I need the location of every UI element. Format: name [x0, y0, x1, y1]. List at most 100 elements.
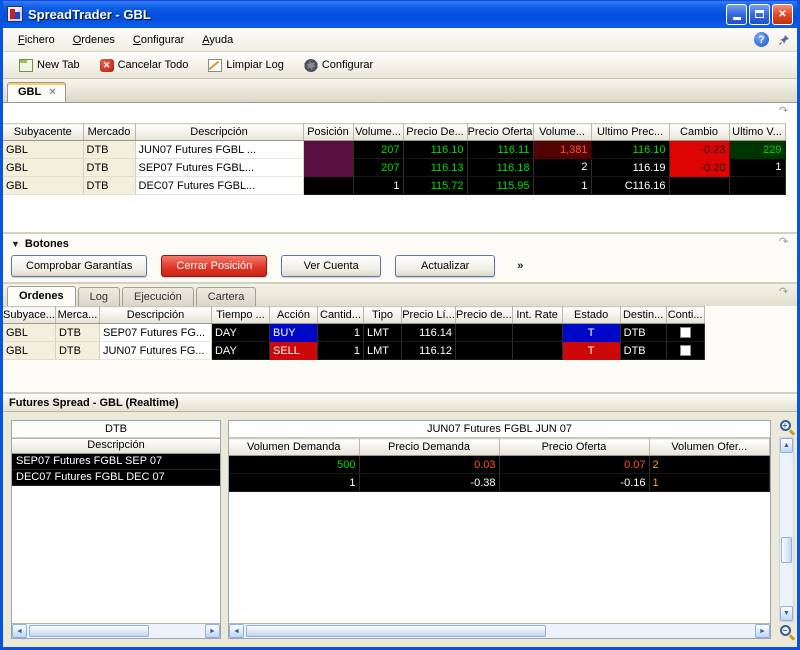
scrollbar-thumb[interactable]: [246, 625, 546, 637]
position-row[interactable]: GBL DTB DEC07 Futures FGBL... 1 115.72 1…: [3, 177, 785, 195]
cerrar-posicion-button[interactable]: Cerrar Posición: [161, 255, 267, 277]
col-tipo[interactable]: Tipo: [363, 307, 401, 324]
col-precio-demanda[interactable]: Precio De...: [403, 124, 467, 141]
new-tab-button[interactable]: New Tab: [11, 55, 88, 76]
scroll-left-icon[interactable]: ◄: [12, 624, 27, 638]
maximize-icon: [755, 10, 764, 18]
spread-quote-row[interactable]: 1 -0.38 -0.16 1: [229, 474, 770, 492]
scroll-left-icon[interactable]: ◄: [229, 624, 244, 638]
left-horizontal-scrollbar[interactable]: ◄ ►: [12, 623, 220, 638]
col-tiempo[interactable]: Tiempo ...: [211, 307, 269, 324]
panel-detach-icon[interactable]: ↷: [779, 287, 792, 298]
spread-leg-row[interactable]: SEP07 Futures FGBL SEP 07: [12, 454, 220, 470]
col-posicion[interactable]: Posición: [303, 124, 353, 141]
col-precio-oferta[interactable]: Precio Oferta: [499, 439, 649, 456]
order-row[interactable]: GBL DTB JUN07 Futures FG... DAY SELL 1 L…: [3, 342, 704, 360]
scrollbar-thumb[interactable]: [781, 537, 792, 563]
scroll-right-icon[interactable]: ►: [205, 624, 220, 638]
col-descripcion[interactable]: Descripción: [135, 124, 303, 141]
col-precio-demanda[interactable]: Precio Demanda: [359, 439, 499, 456]
more-buttons-button[interactable]: »: [509, 260, 531, 272]
spread-zoom-rail: + ▲ ▼ −: [778, 420, 795, 639]
spread-quote-table[interactable]: Volumen Demanda Precio Demanda Precio Of…: [229, 438, 770, 492]
app-icon: [7, 6, 23, 22]
right-horizontal-scrollbar[interactable]: ◄ ►: [229, 623, 770, 638]
botones-collapse-toggle[interactable]: ▼ Botones: [11, 236, 789, 252]
menu-ayuda[interactable]: Ayuda: [193, 31, 242, 49]
actualizar-button[interactable]: Actualizar: [395, 255, 495, 277]
descripcion-header[interactable]: Descripción: [12, 438, 220, 454]
zoom-in-icon[interactable]: +: [780, 420, 794, 434]
col-precio-de[interactable]: Precio de...: [455, 307, 512, 324]
configure-button[interactable]: Configurar: [296, 55, 381, 76]
tab-ordenes[interactable]: Ordenes: [7, 286, 76, 306]
col-volumen-demanda[interactable]: Volumen Demanda: [229, 439, 359, 456]
tab-close-icon[interactable]: ✕: [48, 87, 56, 98]
menu-ordenes[interactable]: Ordenes: [64, 31, 124, 49]
col-continuo[interactable]: Conti...: [666, 307, 704, 324]
col-descripcion[interactable]: Descripción: [99, 307, 211, 324]
position-row[interactable]: GBL DTB SEP07 Futures FGBL... 207 116.13…: [3, 159, 785, 177]
continuous-checkbox[interactable]: [680, 345, 691, 356]
menu-fichero[interactable]: Fichero: [9, 31, 64, 49]
col-volumen-demanda[interactable]: Volume...: [353, 124, 403, 141]
tab-ejecucion[interactable]: Ejecución: [122, 287, 194, 306]
col-ultimo-volumen[interactable]: Ultimo V...: [729, 124, 785, 141]
col-subyacente[interactable]: Subyace...: [3, 307, 55, 324]
maximize-button[interactable]: [749, 4, 770, 25]
positions-panel: ↷ Subyacente Mercado Descripción Posició…: [3, 103, 797, 234]
minimize-button[interactable]: [726, 4, 747, 25]
tab-gbl[interactable]: GBL ✕: [7, 82, 66, 102]
ver-cuenta-button[interactable]: Ver Cuenta: [281, 255, 381, 277]
scroll-down-icon[interactable]: ▼: [780, 606, 793, 621]
col-precio-oferta[interactable]: Precio Oferta: [467, 124, 533, 141]
positions-table[interactable]: Subyacente Mercado Descripción Posición …: [3, 123, 786, 195]
spread-legs-list: DTB Descripción SEP07 Futures FGBL SEP 0…: [11, 420, 221, 639]
action-cell: SELL: [269, 342, 317, 360]
col-volumen-oferta[interactable]: Volumen Ofer...: [649, 439, 770, 456]
spread-header-row: Volumen Demanda Precio Demanda Precio Of…: [229, 439, 770, 456]
col-cantidad[interactable]: Cantid...: [317, 307, 363, 324]
help-icon[interactable]: ?: [754, 32, 769, 47]
scrollbar-thumb[interactable]: [29, 625, 149, 637]
panel-detach-icon[interactable]: ↷: [779, 237, 792, 248]
col-mercado[interactable]: Mercado: [83, 124, 135, 141]
cancel-all-button[interactable]: ✕ Cancelar Todo: [92, 55, 197, 76]
order-row[interactable]: GBL DTB SEP07 Futures FG... DAY BUY 1 LM…: [3, 324, 704, 342]
scroll-right-icon[interactable]: ►: [755, 624, 770, 638]
col-ultimo-precio[interactable]: Ultimo Prec...: [591, 124, 669, 141]
col-cambio[interactable]: Cambio: [669, 124, 729, 141]
tab-log[interactable]: Log: [78, 287, 120, 306]
position-row[interactable]: GBL DTB JUN07 Futures FGBL ... 207 116.1…: [3, 141, 785, 159]
col-accion[interactable]: Acción: [269, 307, 317, 324]
col-subyacente[interactable]: Subyacente: [3, 124, 83, 141]
col-destino[interactable]: Destin...: [620, 307, 666, 324]
col-volumen-oferta[interactable]: Volume...: [533, 124, 591, 141]
status-cell: T: [562, 324, 620, 342]
configure-label: Configurar: [322, 59, 373, 71]
clear-log-button[interactable]: Limpiar Log: [200, 55, 291, 76]
new-tab-label: New Tab: [37, 59, 80, 71]
titlebar[interactable]: SpreadTrader - GBL ✕: [3, 0, 797, 28]
col-estado[interactable]: Estado: [562, 307, 620, 324]
orders-table[interactable]: Subyace... Merca... Descripción Tiempo .…: [3, 306, 705, 360]
limit-price-cell: 116.14: [401, 324, 455, 342]
zoom-out-icon[interactable]: −: [780, 625, 794, 639]
col-mercado[interactable]: Merca...: [55, 307, 99, 324]
spread-quote-row[interactable]: 500 0.03 0.07 2: [229, 456, 770, 474]
spread-leg-row[interactable]: DEC07 Futures FGBL DEC 07: [12, 470, 220, 486]
col-int-rate[interactable]: Int. Rate: [512, 307, 562, 324]
close-button[interactable]: ✕: [772, 4, 793, 25]
scroll-up-icon[interactable]: ▲: [780, 438, 793, 453]
toolbar: New Tab ✕ Cancelar Todo Limpiar Log Conf…: [3, 52, 797, 79]
comprobar-garantias-button[interactable]: Comprobar Garantías: [11, 255, 147, 277]
pin-icon[interactable]: [777, 33, 791, 47]
menu-configurar[interactable]: Configurar: [124, 31, 193, 49]
vertical-scrollbar[interactable]: ▲ ▼: [779, 437, 794, 622]
tab-cartera[interactable]: Cartera: [196, 287, 257, 306]
tabstrip: GBL ✕: [3, 79, 797, 103]
col-precio-limite[interactable]: Precio Lí...: [401, 307, 455, 324]
botones-section: ↷ ▼ Botones Comprobar Garantías Cerrar P…: [3, 234, 797, 284]
continuous-checkbox[interactable]: [680, 327, 691, 338]
panel-detach-icon[interactable]: ↷: [779, 106, 792, 117]
